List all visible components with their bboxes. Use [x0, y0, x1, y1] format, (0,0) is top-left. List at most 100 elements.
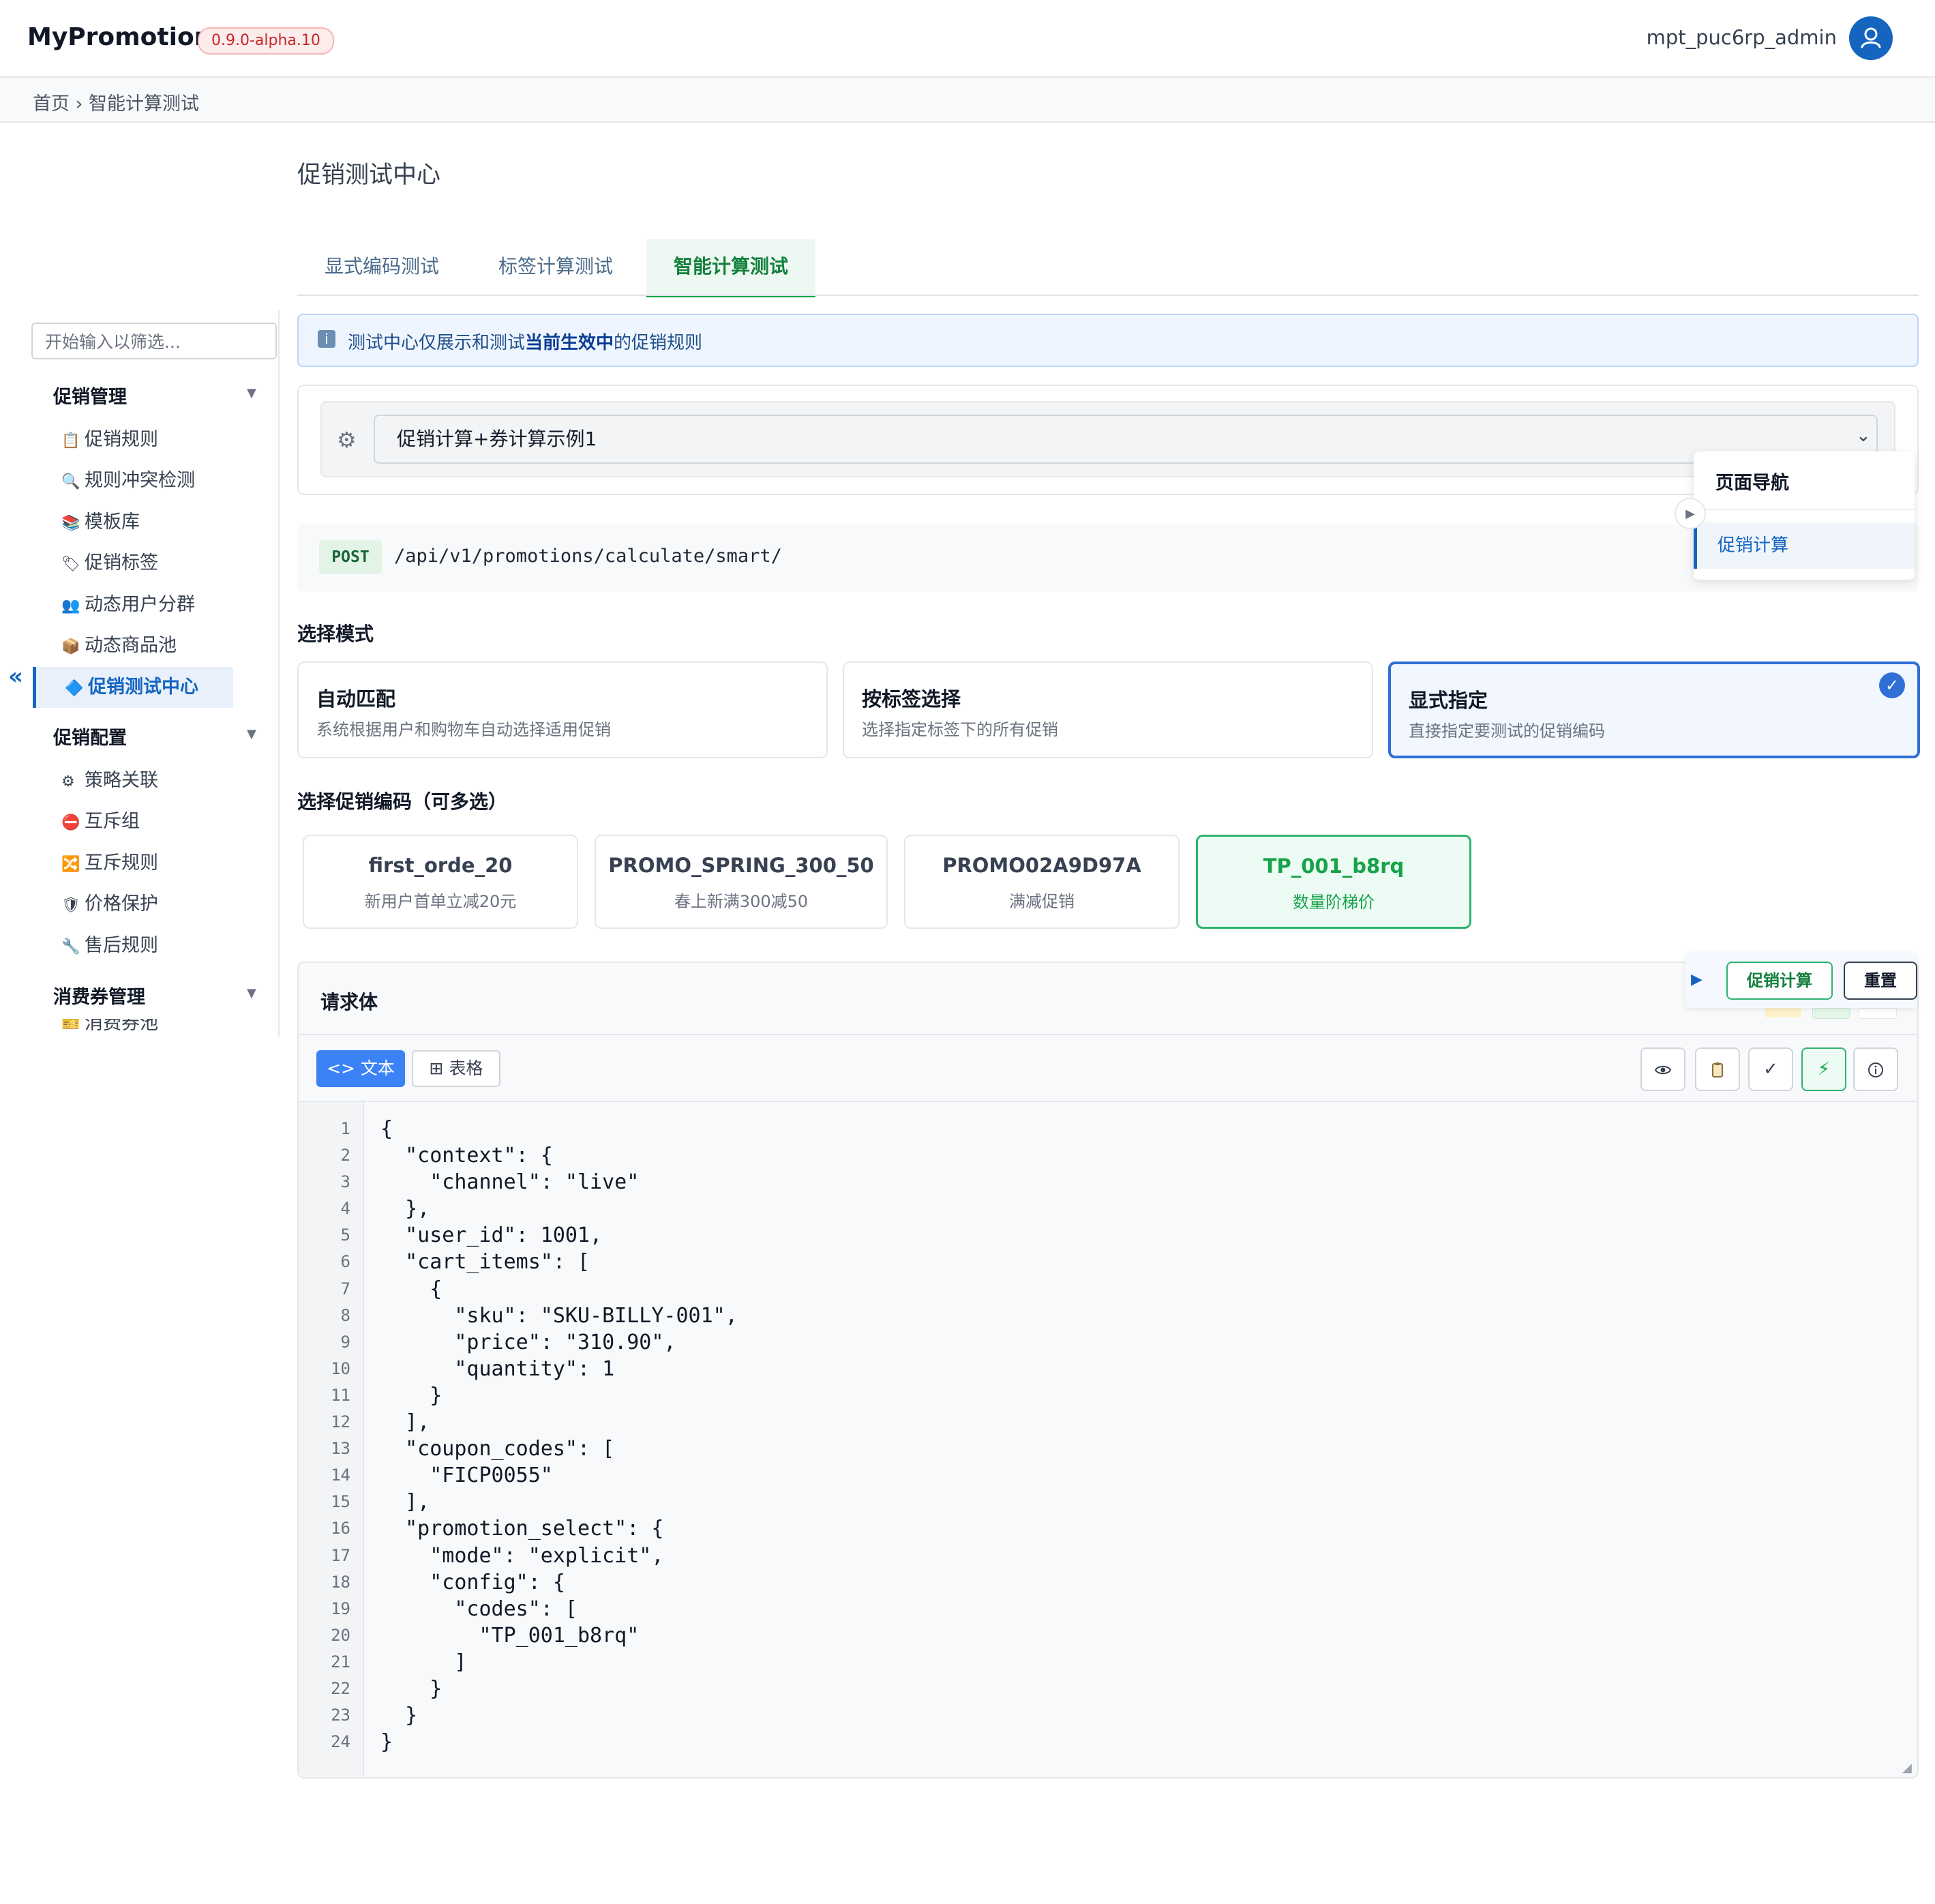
user-icon [1861, 27, 1881, 48]
promo-code-card-selected[interactable]: TP_001_b8rq 数量阶梯价 [1196, 835, 1471, 929]
resize-handle-icon[interactable]: ◢ [1902, 1761, 1912, 1775]
mode-card-explicit[interactable]: 显式指定 直接指定要测试的促销编码 [1388, 661, 1920, 758]
promo-code-card[interactable]: first_orde_20 新用户首单立减20元 [303, 835, 578, 929]
line-number: 3 [340, 1172, 350, 1192]
line-number: 11 [331, 1385, 350, 1405]
format-button[interactable]: ⚡ [1801, 1047, 1846, 1091]
promo-code: PROMO02A9D97A [942, 854, 1141, 877]
info-circle-icon [1868, 1062, 1883, 1077]
sidebar-item-price-protection[interactable]: 🛡 价格保护 [61, 884, 158, 925]
line-number: 20 [331, 1625, 350, 1645]
info-text-prefix: 测试中心仅展示和测试 [348, 333, 526, 353]
shield-icon: 🛡 [61, 897, 80, 914]
sidebar-section-promo-mgmt[interactable]: 促销管理 [53, 382, 127, 408]
chevron-down-icon[interactable]: ▼ [247, 727, 256, 741]
reset-button[interactable]: 重置 [1844, 962, 1917, 1000]
sidebar-item-test-center[interactable]: 🔷 促销测试中心 [33, 667, 233, 708]
chevron-down-icon[interactable]: ▼ [247, 986, 256, 1000]
copy-button[interactable] [1695, 1047, 1740, 1091]
collapse-sidebar-icon[interactable]: « [8, 663, 23, 690]
promo-code: first_orde_20 [368, 854, 513, 877]
sidebar-item-aftersale-rules[interactable]: 🔧 售后规则 [61, 925, 158, 966]
line-number: 8 [340, 1305, 350, 1325]
calculate-button[interactable]: 促销计算 [1726, 962, 1833, 1000]
eye-icon [1654, 1065, 1672, 1074]
scenario-select[interactable]: 促销计算+券计算示例1 [374, 415, 1878, 464]
line-number: 24 [331, 1732, 350, 1752]
http-method-badge: POST [319, 540, 382, 574]
promo-code: TP_001_b8rq [1263, 854, 1405, 878]
info-button[interactable] [1853, 1047, 1898, 1091]
promo-name: 新用户首单立减20元 [364, 892, 517, 911]
gear-icon: ⚙ [337, 427, 357, 453]
sidebar-item-mutex-groups[interactable]: ⛔ 互斥组 [61, 801, 140, 842]
sidebar-item-rule-conflict[interactable]: 🔍 规则冲突检测 [61, 460, 195, 501]
line-number: 21 [331, 1652, 350, 1671]
mode-card-tag[interactable]: 按标签选择 选择指定标签下的所有促销 [843, 661, 1373, 758]
line-number: 13 [331, 1439, 350, 1459]
tab-smart-calc-test[interactable]: 智能计算测试 [646, 239, 815, 297]
promo-name: 满减促销 [1009, 892, 1075, 911]
sidebar-item-promo-tags[interactable]: 🏷 促销标签 [61, 543, 158, 584]
sidebar-section-promo-config[interactable]: 促销配置 [53, 723, 127, 749]
sidebar-item-templates[interactable]: 📚 模板库 [61, 502, 140, 543]
page-nav-item[interactable]: 促销计算 [1694, 522, 1915, 569]
tab-tag-calc-test[interactable]: 标签计算测试 [477, 239, 634, 295]
tabs-divider [297, 295, 1919, 296]
checkmark-icon: ✓ [1763, 1059, 1778, 1080]
play-icon[interactable]: ▶ [1675, 498, 1706, 529]
mode-card-auto[interactable]: 自动匹配 系统根据用户和购物车自动选择适用促销 [297, 661, 828, 758]
version-badge: 0.9.0-alpha.10 [198, 27, 334, 55]
sidebar-item-label: 互斥组 [85, 811, 140, 832]
endpoint-path: /api/v1/promotions/calculate/smart/ [394, 546, 782, 567]
avatar[interactable] [1849, 16, 1893, 60]
no-entry-icon: ⛔ [61, 814, 80, 831]
sidebar-item-label: 促销标签 [85, 552, 158, 574]
breadcrumb: 首页 › 智能计算测试 [33, 89, 199, 115]
json-editor[interactable]: { "context": { "channel": "live" }, "use… [380, 1116, 738, 1755]
sidebar-item-strategy-link[interactable]: ⚙ 策略关联 [61, 760, 158, 801]
line-number: 6 [340, 1252, 350, 1272]
sidebar-item-label: 消费券池 [85, 1019, 158, 1034]
promo-name: 春上新满300减50 [674, 892, 809, 911]
preview-button[interactable] [1640, 1047, 1685, 1091]
sidebar-item-label: 模板库 [85, 511, 140, 533]
request-body-title: 请求体 [320, 991, 378, 1013]
wrench-icon: 🔧 [61, 938, 80, 955]
sidebar-filter-input[interactable]: 开始输入以筛选... [31, 323, 277, 359]
view-table-button[interactable]: ⊞ 表格 [412, 1050, 500, 1087]
sidebar-item-label: 动态用户分群 [85, 594, 195, 615]
app-title[interactable]: MyPromotion [27, 23, 211, 51]
username[interactable]: mpt_puc6rp_admin [1647, 26, 1837, 49]
clipboard-icon: 📋 [61, 432, 80, 449]
sidebar-section-coupon-mgmt[interactable]: 消费券管理 [53, 982, 145, 1009]
sidebar-item-product-pools[interactable]: 📦 动态商品池 [61, 625, 177, 666]
promo-code-card[interactable]: PROMO02A9D97A 满减促销 [904, 835, 1180, 929]
view-text-button[interactable]: <> 文本 [316, 1050, 405, 1087]
tab-explicit-code-test[interactable]: 显式编码测试 [300, 239, 464, 295]
sidebar-item-promo-rules[interactable]: 📋 促销规则 [61, 419, 158, 460]
play-icon[interactable]: ▶ [1691, 971, 1702, 988]
promo-code-card[interactable]: PROMO_SPRING_300_50 春上新满300减50 [595, 835, 888, 929]
mode-card-title: 自动匹配 [316, 687, 396, 711]
codes-section-title: 选择促销编码（可多选） [297, 790, 508, 813]
info-text-suffix: 的促销规则 [614, 333, 703, 353]
sidebar-item-label: 售后规则 [85, 935, 158, 956]
shuffle-icon: 🔀 [61, 856, 80, 873]
line-number: 7 [340, 1279, 350, 1298]
info-text-highlight: 当前生效中 [525, 333, 614, 353]
sidebar-item-label: 策略关联 [85, 770, 158, 791]
validate-button[interactable]: ✓ [1748, 1047, 1793, 1091]
chevron-down-icon[interactable]: ▼ [247, 386, 256, 400]
ticket-icon: 🎫 [61, 1019, 80, 1033]
sidebar-item-coupon-pool[interactable]: 🎫 消费券池 [61, 1019, 158, 1037]
sidebar-item-label: 价格保护 [85, 893, 158, 914]
line-number: 9 [340, 1332, 350, 1352]
sidebar-item-label: 动态商品池 [85, 635, 177, 656]
breadcrumb-home[interactable]: 首页 [33, 93, 70, 115]
promo-code: PROMO_SPRING_300_50 [608, 854, 874, 877]
line-number: 1 [340, 1119, 350, 1138]
chevron-down-icon[interactable]: ⌄ [1856, 426, 1871, 446]
sidebar-item-mutex-rules[interactable]: 🔀 互斥规则 [61, 843, 158, 884]
sidebar-item-user-segments[interactable]: 👥 动态用户分群 [61, 584, 195, 625]
